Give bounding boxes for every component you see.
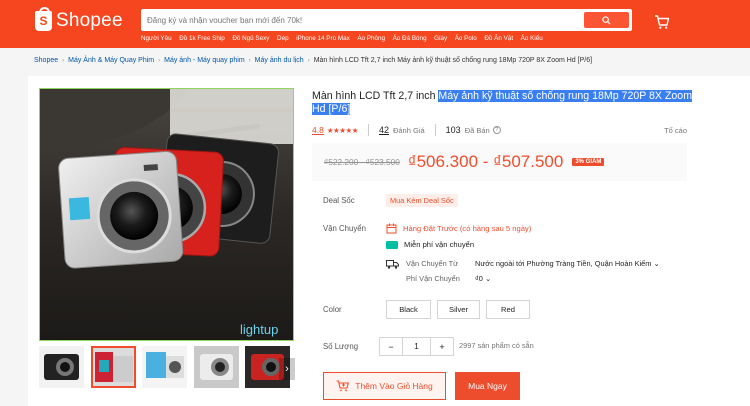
suggestion-link[interactable]: Áo Kiểu: [521, 35, 543, 42]
breadcrumb-current: Màn hình LCD Tft 2,7 inch Máy ảnh kỹ thu…: [313, 57, 593, 64]
sold-label: Đã Bán: [464, 125, 490, 135]
rating-value[interactable]: 4.8: [312, 125, 324, 135]
search-bar: [141, 9, 632, 31]
free-ship-line: Miễn phí vận chuyển: [386, 240, 474, 249]
quantity-stepper: − 1 +: [379, 337, 454, 356]
ship-from-label: Vận Chuyển Từ: [406, 259, 459, 268]
preorder-line: Hàng Đặt Trước (có hàng sau 5 ngày): [386, 223, 531, 234]
search-icon: [602, 15, 611, 25]
add-cart-icon: [336, 380, 350, 392]
chevron-right-icon: ›: [307, 58, 310, 64]
reviews-label: Đánh Giá: [392, 125, 425, 135]
shopping-bag-icon: S: [35, 7, 52, 31]
color-option-silver[interactable]: Silver: [437, 300, 480, 319]
quantity-minus-button[interactable]: −: [380, 338, 402, 355]
ship-fee-label: Phí Vận Chuyển: [406, 274, 460, 283]
truck-icon: [386, 260, 399, 269]
shipping-label: Vận Chuyển: [323, 224, 366, 233]
reviews-count[interactable]: 42: [379, 125, 389, 135]
discount-badge: 3% GIẢM: [572, 158, 605, 166]
chevron-down-icon: ⌄: [653, 259, 660, 268]
thumbnail-next-button[interactable]: ›: [279, 358, 295, 380]
ship-fee-value[interactable]: ₫0 ⌄: [475, 274, 491, 283]
color-label: Color: [323, 305, 342, 314]
thumbnail-strip: [39, 346, 297, 388]
suggestion-link[interactable]: Người Yêu: [141, 35, 172, 42]
preorder-text: Hàng Đặt Trước (có hàng sau 5 ngày): [403, 224, 532, 233]
color-option-black[interactable]: Black: [386, 300, 431, 319]
sale-price: ₫506.300 - ₫507.500: [407, 152, 564, 171]
suggestion-link[interactable]: iPhone 14 Pro Max: [296, 35, 350, 42]
product-main-image[interactable]: lightup: [39, 88, 294, 341]
divider: [434, 124, 436, 136]
search-input[interactable]: [147, 12, 567, 28]
thumbnail[interactable]: [193, 346, 239, 388]
top-header: S Shopee Người Yêu Đồ 1k Free Ship Đồ Ngủ …: [0, 0, 750, 48]
free-ship-text: Miễn phí vận chuyển: [404, 240, 475, 249]
divider: [367, 124, 369, 136]
chevron-down-icon: ⌄: [484, 274, 492, 283]
quantity-plus-button[interactable]: +: [431, 338, 453, 355]
chevron-right-icon: ›: [248, 58, 251, 64]
thumbnail[interactable]: [142, 346, 187, 388]
help-icon[interactable]: ?: [492, 126, 501, 134]
quantity-label: Số Lượng: [323, 342, 359, 351]
report-link[interactable]: Tố cáo: [664, 126, 687, 135]
suggestion-link[interactable]: Đồ Ăn Vặt: [484, 35, 513, 42]
rating-stars-icon: ★★★★★: [326, 125, 359, 135]
breadcrumb: Shopee › Máy Ảnh & Máy Quay Phim › Máy ảnh -…: [34, 57, 592, 64]
breadcrumb-link[interactable]: Máy Ảnh & Máy Quay Phim: [68, 57, 154, 64]
color-option-red[interactable]: Red: [486, 300, 530, 319]
breadcrumb-link[interactable]: Máy ảnh - Máy quay phim: [164, 57, 245, 64]
price-box: ₫522.200 - ₫523.500 ₫506.300 - ₫507.500 …: [312, 143, 687, 181]
calendar-icon: [386, 223, 397, 234]
chevron-right-icon: ›: [158, 58, 161, 64]
quantity-input[interactable]: 1: [402, 338, 431, 355]
chevron-right-icon: ›: [62, 58, 65, 64]
camera-photo: lightup: [40, 89, 293, 340]
thumbnail-active[interactable]: [90, 346, 136, 388]
deal-label: Deal Sốc: [323, 196, 355, 205]
suggestion-link[interactable]: Dép: [277, 35, 289, 42]
original-price: ₫522.200 - ₫523.500: [324, 157, 400, 167]
buy-now-button[interactable]: Mua Ngay: [455, 372, 520, 400]
thumbnail[interactable]: [39, 346, 84, 388]
rating-row: 4.8 ★★★★★ 42 Đánh Giá 103 Đã Bán ? Tố cá…: [312, 124, 687, 136]
add-to-cart-button[interactable]: Thêm Vào Giỏ Hàng: [323, 372, 446, 400]
product-title: Màn hình LCD Tft 2,7 inch Máy ảnh kỹ thu…: [312, 90, 693, 115]
suggestion-link[interactable]: Áo Polo: [455, 35, 477, 42]
cart-icon[interactable]: [654, 14, 670, 30]
logo-text: Shopee: [56, 10, 123, 31]
search-button[interactable]: [584, 12, 629, 28]
suggestion-link[interactable]: Giày: [434, 35, 447, 42]
add-to-cart-label: Thêm Vào Giỏ Hàng: [355, 381, 433, 391]
breadcrumb-link[interactable]: Shopee: [34, 57, 58, 64]
deal-badge[interactable]: Mua Kèm Deal Sốc: [386, 194, 458, 207]
search-suggestions: Người Yêu Đồ 1k Free Ship Đồ Ngủ Sexy Dép iP…: [141, 35, 550, 42]
breadcrumb-link[interactable]: Máy ảnh du lịch: [255, 57, 304, 64]
suggestion-link[interactable]: Áo Đá Bóng: [393, 35, 427, 42]
ship-from-value[interactable]: Nước ngoài tới Phường Tràng Tiền, Quận H…: [475, 259, 660, 268]
suggestion-link[interactable]: Áo Phông: [357, 35, 385, 42]
svg-text:lightup: lightup: [240, 322, 278, 337]
shopee-logo[interactable]: S Shopee: [35, 7, 123, 32]
sold-count: 103: [445, 125, 461, 135]
suggestion-link[interactable]: Đồ 1k Free Ship: [179, 35, 225, 42]
free-ship-icon: [386, 240, 398, 249]
stock-text: 2997 sản phẩm có sẵn: [459, 341, 534, 350]
suggestion-link[interactable]: Đồ Ngủ Sexy: [232, 35, 269, 42]
